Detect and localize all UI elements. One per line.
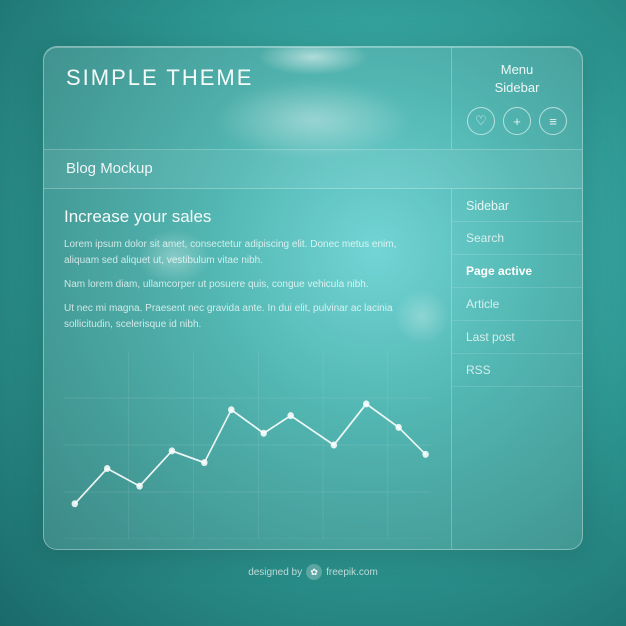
content-paragraph-3: Ut nec mi magna. Praesent nec gravida an… — [64, 301, 431, 333]
nav-item-search[interactable]: Search — [452, 222, 582, 255]
menu-label: Menu Sidebar — [495, 61, 540, 97]
heart-icon[interactable]: ♡ — [467, 107, 495, 135]
main-row: Increase your sales Lorem ipsum dolor si… — [44, 189, 582, 549]
footer-designed-by: designed by — [248, 567, 302, 578]
footer: designed by ✿ freepik.com — [248, 564, 378, 580]
header-row: SIMPLE THEME Menu Sidebar ♡ + ≡ — [44, 47, 582, 150]
site-title: SIMPLE THEME — [66, 65, 429, 91]
nav-item-page-active[interactable]: Page active — [452, 255, 582, 288]
sidebar-section-label: Sidebar — [452, 189, 582, 222]
content-paragraph-1: Lorem ipsum dolor sit amet, consectetur … — [64, 237, 431, 269]
chart-area — [64, 351, 431, 539]
plus-icon[interactable]: + — [503, 107, 531, 135]
nav-item-rss[interactable]: RSS — [452, 354, 582, 387]
menu-icon[interactable]: ≡ — [539, 107, 567, 135]
header-icons: ♡ + ≡ — [467, 107, 567, 135]
header-title-area: SIMPLE THEME — [44, 47, 452, 149]
sidebar-nav: Sidebar Search Page active Article Last … — [452, 189, 582, 549]
header-sidebar-area: Menu Sidebar ♡ + ≡ — [452, 47, 582, 149]
nav-item-article[interactable]: Article — [452, 288, 582, 321]
footer-brand: freepik.com — [326, 567, 378, 578]
content-area: Increase your sales Lorem ipsum dolor si… — [44, 189, 452, 549]
nav-item-last-post[interactable]: Last post — [452, 321, 582, 354]
main-card: SIMPLE THEME Menu Sidebar ♡ + ≡ Blog Moc… — [43, 46, 583, 550]
blog-row: Blog Mockup — [44, 150, 582, 189]
content-paragraph-2: Nam lorem diam, ullamcorper ut posuere q… — [64, 277, 431, 293]
line-chart — [64, 351, 431, 539]
blog-label: Blog Mockup — [66, 160, 153, 177]
content-headline: Increase your sales — [64, 207, 431, 227]
freepik-logo: ✿ — [306, 564, 322, 580]
